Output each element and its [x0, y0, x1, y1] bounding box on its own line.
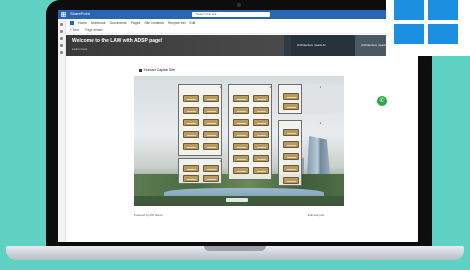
chat-icon[interactable]: ✆ [377, 96, 387, 106]
link-button[interactable] [203, 143, 219, 150]
link-panel-4 [278, 84, 321, 114]
hero-learn-more-link[interactable]: Learn more [72, 47, 87, 51]
link-button[interactable] [203, 107, 219, 114]
link-button[interactable] [183, 131, 199, 138]
link-button[interactable] [233, 95, 249, 102]
link-button[interactable] [283, 153, 299, 160]
link-button[interactable] [283, 93, 299, 100]
link-button[interactable] [183, 119, 199, 126]
link-button[interactable] [233, 107, 249, 114]
link-button[interactable] [203, 165, 219, 172]
create-icon[interactable] [60, 51, 63, 54]
link-button[interactable] [283, 103, 299, 110]
link-panel-5 [278, 120, 321, 186]
nav-item-pages[interactable]: Pages [131, 21, 141, 25]
link-button[interactable] [283, 129, 299, 136]
link-button[interactable] [253, 143, 269, 150]
nav-item-site-contents[interactable]: Site contents [144, 21, 164, 25]
link-button[interactable] [233, 119, 249, 126]
link-button[interactable] [183, 175, 199, 182]
windows-logo-icon [386, 0, 470, 56]
nav-item-documents[interactable]: Documents [110, 21, 127, 25]
page-details-button[interactable]: Page details [85, 28, 103, 32]
link-panel-1 [178, 84, 222, 156]
nav-item-recycle-bin[interactable]: Recycle bin [168, 21, 186, 25]
hero-tile-label: Architecture meets AI [297, 43, 326, 47]
link-button[interactable] [283, 165, 299, 172]
nav-item-notebook[interactable]: Notebook [91, 21, 106, 25]
link-button[interactable] [203, 95, 219, 102]
link-button[interactable] [283, 177, 299, 184]
link-button[interactable] [253, 155, 269, 162]
link-button[interactable] [183, 143, 199, 150]
link-button[interactable] [203, 131, 219, 138]
webcam [237, 3, 241, 7]
link-button[interactable] [233, 167, 249, 174]
link-button[interactable] [183, 95, 199, 102]
hero-tile[interactable]: Architecture meets AI [291, 35, 355, 56]
command-bar: + New Page details Share [66, 27, 418, 34]
files-icon[interactable] [60, 44, 63, 47]
link-button[interactable] [253, 119, 269, 126]
link-button[interactable] [253, 131, 269, 138]
nav-item-edit[interactable]: Edit [189, 21, 195, 25]
link-button[interactable] [233, 155, 249, 162]
windows-logo-pane [394, 0, 424, 20]
windows-logo-pane [394, 24, 424, 44]
left-app-rail [58, 19, 66, 242]
laptop-notch [204, 246, 266, 251]
link-button[interactable] [283, 141, 299, 148]
section-bullet-icon [139, 68, 142, 72]
section-title: Human Capital Site [139, 68, 175, 72]
footer-left-text: Powered by MS Teams [134, 213, 163, 217]
link-button[interactable] [253, 107, 269, 114]
suite-bar: SharePoint Search this site [58, 10, 418, 19]
section-title-text: Human Capital Site [144, 68, 175, 72]
bridge-image [226, 198, 248, 202]
hero-title[interactable]: Welcome to the LAW with ADSP page! [72, 38, 162, 44]
site-logo[interactable] [70, 21, 74, 25]
link-button[interactable] [233, 143, 249, 150]
hero-banner: Welcome to the LAW with ADSP page! Learn… [66, 35, 418, 56]
site-navigation: Home Notebook Documents Pages Site conte… [66, 20, 418, 26]
edit-webpart-link[interactable]: Edit web part [308, 213, 324, 217]
link-panel-2 [178, 158, 222, 184]
link-button[interactable] [183, 165, 199, 172]
nav-item-home[interactable]: Home [78, 21, 87, 25]
link-button[interactable] [253, 167, 269, 174]
link-button[interactable] [203, 175, 219, 182]
link-button[interactable] [183, 107, 199, 114]
windows-logo-pane [428, 24, 458, 44]
link-button[interactable] [253, 95, 269, 102]
link-panel-3 [228, 84, 272, 180]
browser-screen: SharePoint Search this site Home Noteboo… [58, 10, 418, 242]
windows-logo-pane [428, 0, 458, 20]
app-launcher-icon[interactable] [61, 12, 66, 17]
search-input[interactable]: Search this site [192, 12, 270, 17]
laptop-lid: SharePoint Search this site Home Noteboo… [46, 0, 432, 252]
home-icon[interactable] [60, 23, 63, 26]
link-button[interactable] [203, 119, 219, 126]
interactive-image-webpart [134, 76, 344, 206]
link-button[interactable] [233, 131, 249, 138]
news-icon[interactable] [60, 37, 63, 40]
sites-icon[interactable] [60, 30, 63, 33]
app-name[interactable]: SharePoint [70, 11, 90, 16]
new-button[interactable]: + New [70, 28, 79, 32]
